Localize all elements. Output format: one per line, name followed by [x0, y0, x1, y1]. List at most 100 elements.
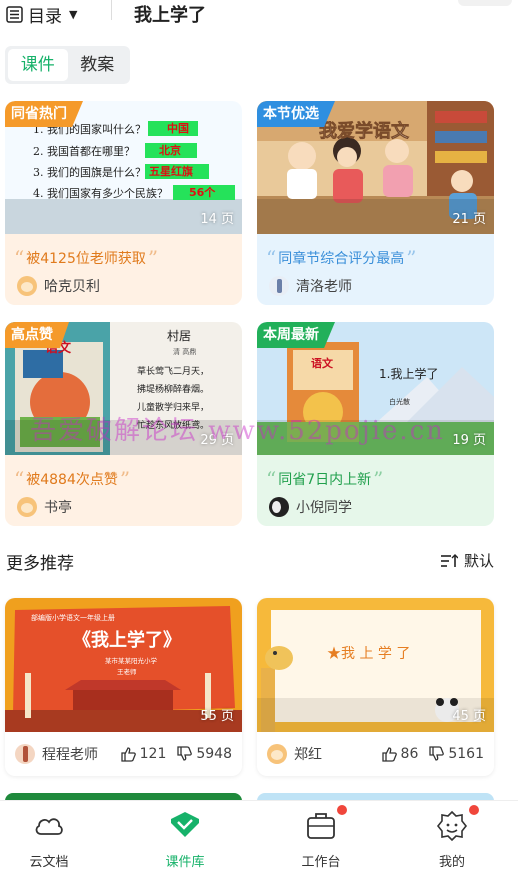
- answer-3: 五星红旗: [149, 164, 193, 178]
- badge-label: 高点赞: [5, 322, 69, 348]
- nav-label: 课件库: [165, 855, 205, 870]
- card-stats: 86 5161: [381, 746, 484, 762]
- card-thumbnail: 语文 1.我上学了 白光散 本周最新 19 页: [257, 322, 494, 455]
- nav-label: 我的: [438, 855, 465, 870]
- nav-item-workbench[interactable]: 工作台: [281, 809, 361, 870]
- answer-2: 北京: [159, 143, 181, 157]
- card-author: 书亭: [17, 497, 72, 517]
- page-count: 29 页: [200, 433, 234, 448]
- author-name: 哈克贝利: [44, 279, 100, 295]
- card-thumbnail: 部编版小学语文一年级上册 《我上学了》 某市某某阳光小学 王老师 55 页: [5, 598, 242, 732]
- author-name: 清洛老师: [296, 279, 352, 295]
- featured-card[interactable]: 语文 1.我上学了 白光散 本周最新 19 页 “同省7日内上新” 小倪同学: [257, 322, 494, 526]
- thumb-teacher: 王老师: [117, 667, 137, 676]
- bottom-nav: 云文档 课件库 工作台 我的: [0, 800, 518, 878]
- badge-label: 同省热门: [5, 101, 83, 127]
- author-name: 小倪同学: [296, 500, 352, 516]
- highlight-text: 同章节综合评分最高: [278, 251, 405, 267]
- badge-label: 本周最新: [257, 322, 335, 348]
- avatar: [17, 497, 37, 517]
- recommend-card[interactable]: 部编版小学语文一年级上册 《我上学了》 某市某某阳光小学 王老师 55 页 程程…: [5, 598, 242, 776]
- avatar: [15, 744, 35, 764]
- page-count: 19 页: [452, 433, 486, 448]
- quote-close-icon: ”: [406, 246, 417, 270]
- highlight-text: 同省7日内上新: [278, 472, 372, 488]
- featured-card[interactable]: 语文 村居 清 高鼎 草长莺飞二月天， 拂堤杨柳醉春烟。 儿童散学归来早， 忙趁…: [5, 322, 242, 526]
- card-thumbnail: 我爱学语文 本节优选 21 页: [257, 101, 494, 234]
- thumbs-up-icon[interactable]: [381, 746, 397, 762]
- thumb-school: 某市某某阳光小学: [105, 656, 158, 665]
- page-count: 45 页: [452, 709, 486, 724]
- caret-down-icon: ▼: [69, 8, 78, 21]
- card-author: 清洛老师: [269, 276, 352, 296]
- card-highlight: “被4125位老师获取”: [14, 246, 158, 270]
- dislike-count: 5161: [448, 746, 484, 762]
- nav-item-mine[interactable]: 我的: [412, 809, 492, 870]
- top-pill[interactable]: [458, 0, 512, 6]
- section-title: 更多推荐: [6, 554, 74, 574]
- nav-label: 云文档: [29, 855, 69, 870]
- header-divider: [111, 0, 112, 20]
- card-footer: 程程老师 121 5948: [5, 732, 242, 776]
- page-count: 21 页: [452, 212, 486, 227]
- card-footer: “被4125位老师获取” 哈克贝利: [5, 234, 242, 305]
- sort-label: 默认: [463, 552, 494, 570]
- nav-label: 工作台: [301, 855, 341, 870]
- notification-dot: [469, 805, 479, 815]
- avatar: [269, 497, 289, 517]
- cloud-icon: [35, 818, 63, 835]
- highlight-text: 被4125位老师获取: [26, 251, 146, 267]
- card-footer: “被4884次点赞” 书亭: [5, 455, 242, 526]
- poem-line-2: 拂堤杨柳醉春烟。: [137, 383, 209, 395]
- quote-open-icon: “: [266, 467, 277, 491]
- badge-label: 本节优选: [257, 101, 335, 127]
- courseware-icon: [171, 812, 199, 837]
- answer-4: 56个: [189, 185, 216, 199]
- quote-open-icon: “: [14, 467, 25, 491]
- lesson-title: 我上学了: [134, 5, 206, 26]
- like-count: 86: [400, 746, 419, 762]
- featured-card[interactable]: 1. 我们的国家叫什么？ 2. 我国首都在哪里？ 3. 我们的国旗是什么？ 4.…: [5, 101, 242, 305]
- catalog-menu-label: 目录: [28, 7, 62, 27]
- poem-author: 清 高鼎: [173, 347, 196, 356]
- featured-card[interactable]: 我爱学语文 本节优选 21 页 “同章节综合评分最高” 清洛老师: [257, 101, 494, 305]
- material-type-tabs: 课件 教案: [5, 46, 130, 84]
- question-3: 3. 我们的国旗是什么？: [33, 165, 146, 179]
- thumbs-down-icon[interactable]: [176, 746, 193, 762]
- thumb-title: 《我上学了》: [73, 629, 181, 651]
- catalog-menu-button[interactable]: 目录 ▼: [6, 2, 77, 27]
- tab-lesson-plan[interactable]: 教案: [68, 49, 128, 81]
- tab-courseware[interactable]: 课件: [8, 49, 68, 81]
- card-thumbnail: 语文 村居 清 高鼎 草长莺飞二月天， 拂堤杨柳醉春烟。 儿童散学归来早， 忙趁…: [5, 322, 242, 455]
- card-footer: 郑红 86 5161: [257, 732, 494, 776]
- card-highlight: “同章节综合评分最高”: [266, 246, 416, 270]
- nav-item-cloud-docs[interactable]: 云文档: [9, 809, 89, 870]
- answer-1: 中国: [167, 121, 189, 135]
- card-thumbnail: 1. 我们的国家叫什么？ 2. 我国首都在哪里？ 3. 我们的国旗是什么？ 4.…: [5, 101, 242, 234]
- book-label: 语文: [311, 356, 334, 370]
- card-footer: “同省7日内上新” 小倪同学: [257, 455, 494, 526]
- thumb-title: 我爱学语文: [319, 120, 410, 142]
- question-4: 4. 我们国家有多少个民族？: [33, 186, 168, 200]
- author-name: 程程老师: [42, 747, 98, 763]
- card-thumbnail: ★我 上 学 了 45 页: [257, 598, 494, 732]
- thumbs-down-icon[interactable]: [428, 746, 445, 762]
- nav-item-courseware-library[interactable]: 课件库: [145, 809, 225, 870]
- like-count: 121: [139, 746, 167, 762]
- thumbs-up-icon[interactable]: [120, 746, 136, 762]
- quote-close-icon: ”: [119, 467, 131, 491]
- poem-line-1: 草长莺飞二月天，: [137, 365, 209, 377]
- list-icon: [6, 6, 23, 23]
- poem-line-3: 儿童散学归来早，: [137, 401, 209, 413]
- quote-open-icon: “: [14, 246, 25, 270]
- card-author: 小倪同学: [269, 497, 352, 517]
- page-count: 14 页: [200, 212, 234, 227]
- card-stats: 121 5948: [120, 746, 232, 762]
- avatar: [269, 276, 289, 296]
- recommend-card[interactable]: ★我 上 学 了 45 页 郑红 86 5161: [257, 598, 494, 776]
- top-header: 目录 ▼ 我上学了: [0, 0, 518, 30]
- page-count: 55 页: [200, 709, 234, 724]
- quote-open-icon: “: [266, 246, 277, 270]
- sort-button[interactable]: 默认: [440, 550, 494, 571]
- avatar: [267, 744, 287, 764]
